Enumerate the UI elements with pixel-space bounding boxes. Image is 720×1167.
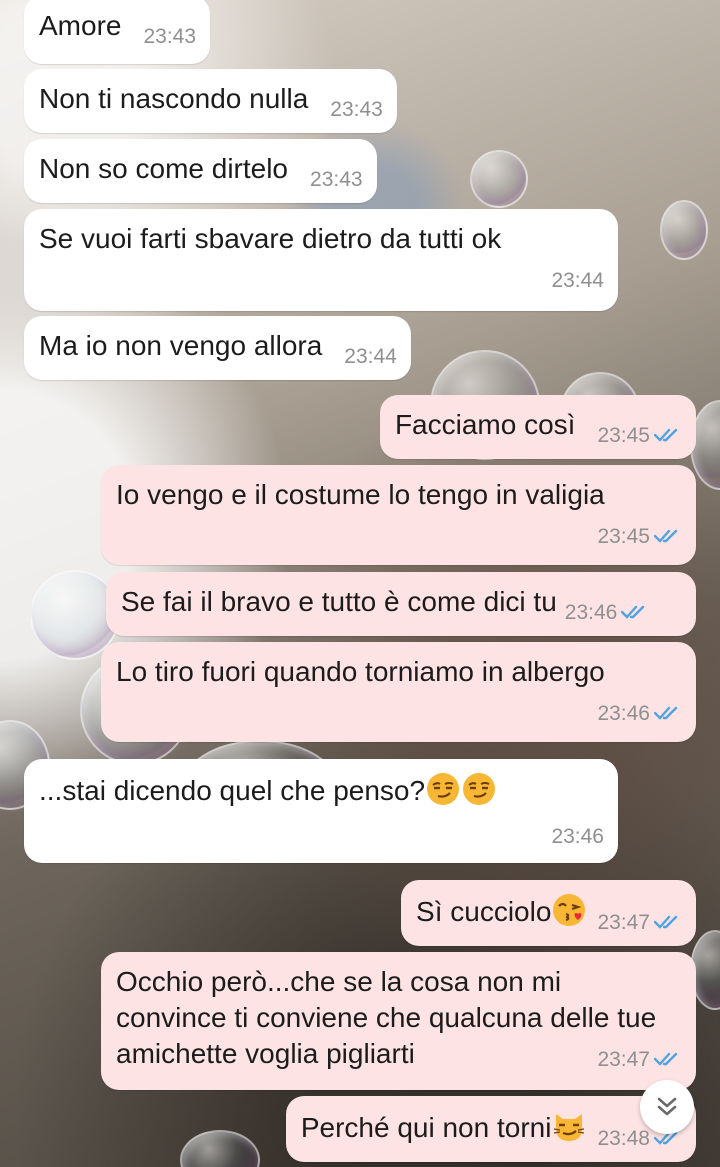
message-time: 23:43	[330, 98, 383, 121]
message-outgoing[interactable]: Lo tiro fuori quando torniamo in albergo…	[101, 642, 696, 742]
smirk-emoji-icon	[427, 773, 460, 805]
message-outgoing[interactable]: Se fai il bravo e tutto è come dici tu 23…	[106, 572, 696, 636]
scroll-to-bottom-button[interactable]	[640, 1080, 694, 1134]
message-incoming[interactable]: Non ti nascondo nulla 23:43	[24, 69, 397, 133]
message-text: ...stai dicendo quel che penso?	[39, 771, 604, 809]
double-check-icon	[621, 605, 645, 619]
kiss-emoji-icon	[553, 894, 586, 926]
message-time: 23:43	[310, 168, 363, 191]
message-outgoing[interactable]: Perché qui non torni 23:48	[285, 1096, 696, 1162]
message-incoming[interactable]: Se vuoi farti sbavare dietro da tutti ok…	[24, 209, 618, 311]
message-text: Non so come dirtelo	[39, 153, 289, 184]
message-outgoing[interactable]: Sì cucciolo 23:47	[401, 880, 696, 946]
message-text: Non ti nascondo nulla	[39, 83, 309, 114]
double-check-icon	[654, 428, 678, 442]
message-text: Lo tiro fuori quando torniamo in albergo	[116, 656, 605, 687]
chat-thread[interactable]: Amore 23:43 Non ti nascondo nulla 23:43 No…	[0, 0, 720, 1167]
message-time: 23:46	[551, 825, 604, 848]
message-time: 23:47	[116, 1042, 682, 1078]
double-check-icon	[654, 915, 678, 929]
message-time: 23:46	[116, 696, 682, 732]
smirk-cat-emoji-icon	[554, 1114, 585, 1141]
message-outgoing[interactable]: Io vengo e il costume lo tengo in valigi…	[101, 465, 696, 565]
message-time: 23:45	[597, 424, 682, 447]
message-time: 23:44	[551, 269, 604, 292]
message-incoming[interactable]: ...stai dicendo quel che penso? 23:46	[24, 759, 618, 863]
message-text: Amore	[39, 10, 122, 41]
double-check-icon	[654, 529, 678, 543]
message-time: 23:47	[597, 911, 682, 934]
message-time: 23:46	[565, 601, 650, 624]
chevrons-down-icon	[657, 1097, 677, 1116]
message-text: Io vengo e il costume lo tengo in valigi…	[116, 479, 605, 510]
message-outgoing[interactable]: Facciamo così 23:45	[379, 395, 696, 459]
message-time: 23:44	[344, 345, 397, 368]
double-check-icon	[654, 706, 678, 720]
message-incoming[interactable]: Ma io non vengo allora 23:44	[24, 316, 411, 380]
double-check-icon	[654, 1052, 678, 1066]
message-text: Se fai il bravo e tutto è come dici tu	[121, 586, 557, 617]
message-time: 23:45	[116, 519, 682, 555]
message-text: Sì cucciolo	[416, 894, 587, 927]
message-time: 23:43	[143, 25, 197, 48]
smirk-emoji-icon	[463, 773, 496, 805]
message-outgoing[interactable]: Occhio però...che se la cosa non mi conv…	[101, 952, 696, 1090]
message-text: Se vuoi farti sbavare dietro da tutti ok	[39, 223, 502, 254]
message-text: Perché qui non torni	[301, 1112, 588, 1143]
message-incoming[interactable]: Amore 23:43	[24, 0, 211, 64]
message-text: Ma io non vengo allora	[39, 330, 323, 361]
message-text: Facciamo così	[394, 409, 576, 440]
message-incoming[interactable]: Non so come dirtelo 23:43	[24, 139, 377, 203]
